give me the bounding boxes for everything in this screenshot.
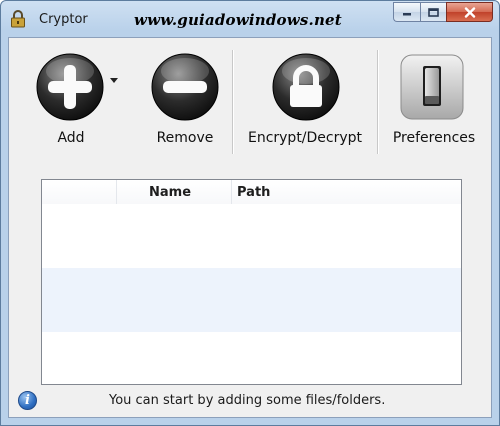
remove-button[interactable]: Remove: [150, 52, 220, 148]
close-button[interactable]: [446, 2, 493, 22]
preferences-label: Preferences: [392, 130, 476, 146]
encrypt-decrypt-button[interactable]: Encrypt/Decrypt: [248, 52, 362, 148]
encrypt-decrypt-label: Encrypt/Decrypt: [247, 130, 363, 146]
add-icon: [36, 53, 104, 121]
toggle-switch-icon: [400, 54, 464, 120]
column-header-name[interactable]: Name: [149, 185, 191, 200]
app-window: Cryptor www.guiadowindows.net Add Remove…: [0, 0, 500, 426]
column-header-path[interactable]: Path: [237, 185, 270, 200]
column-divider[interactable]: [116, 180, 117, 204]
list-row-empty: [42, 204, 461, 268]
file-list[interactable]: Name Path: [41, 179, 462, 385]
toolbar: Add Remove Encrypt/Decrypt Preferences: [9, 38, 491, 168]
toolbar-separator: [232, 50, 233, 154]
close-icon: [464, 6, 475, 18]
maximize-icon: [428, 7, 439, 17]
window-controls: [393, 2, 493, 24]
toolbar-separator: [377, 50, 378, 154]
preferences-button[interactable]: Preferences: [393, 52, 475, 148]
lock-icon: [11, 10, 25, 28]
minimize-button[interactable]: [393, 2, 420, 22]
minimize-icon: [403, 13, 411, 16]
column-divider[interactable]: [231, 180, 232, 204]
window-title: Cryptor: [39, 12, 88, 27]
dropdown-arrow-icon[interactable]: [110, 78, 118, 83]
status-message: You can start by adding some files/folde…: [109, 393, 386, 408]
maximize-button[interactable]: [420, 2, 446, 22]
client-area: Add Remove Encrypt/Decrypt Preferences N…: [8, 37, 492, 418]
title-bar[interactable]: Cryptor www.guiadowindows.net: [1, 1, 499, 37]
info-icon: i: [18, 391, 37, 410]
watermark: www.guiadowindows.net: [134, 11, 342, 29]
add-button[interactable]: Add: [35, 52, 105, 148]
list-row-empty: [42, 268, 461, 332]
remove-label: Remove: [156, 130, 214, 146]
list-header: Name Path: [42, 180, 461, 205]
padlock-icon: [272, 53, 340, 121]
remove-icon: [151, 53, 219, 121]
status-bar: i You can start by adding some files/fol…: [9, 388, 491, 417]
list-row-empty: [42, 332, 461, 384]
add-label: Add: [57, 130, 85, 146]
